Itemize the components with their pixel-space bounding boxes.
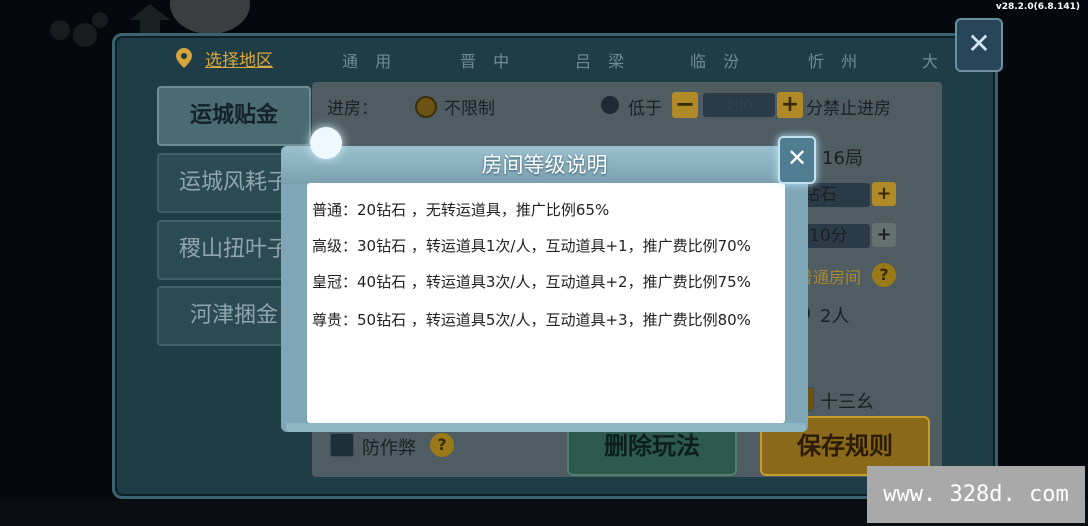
- rounds-label: 16局: [822, 148, 863, 169]
- anti-cheat-checkbox[interactable]: [330, 433, 354, 457]
- anti-cheat-label: 防作弊: [362, 438, 416, 459]
- region-tab-datong[interactable]: 大: [922, 48, 944, 72]
- modal-title: 房间等级说明: [481, 153, 608, 177]
- level-line-crown: 皇冠：40钻石 ，转运道具3次/人，互动道具+2，推广费比例75%: [312, 273, 751, 291]
- select-region-link[interactable]: 选择地区: [205, 46, 273, 71]
- region-tab-linfen[interactable]: 临 汾: [690, 48, 745, 72]
- no-limit-label: 不限制: [444, 99, 495, 119]
- no-limit-radio[interactable]: [415, 96, 437, 118]
- modal-close-button[interactable]: ✕: [778, 136, 816, 184]
- thirteen-label: 十三幺: [820, 392, 874, 413]
- region-tab-jinzhong[interactable]: 晋 中: [460, 48, 515, 72]
- location-pin-icon: [176, 48, 192, 68]
- watermark: www. 328d. com: [867, 466, 1085, 523]
- level-line-noble: 尊贵：50钻石 ，转运道具5次/人，互动道具+3，推广费比例80%: [312, 311, 751, 329]
- level-line-normal: 普通：20钻石 ，无转运道具，推广比例65%: [312, 201, 610, 219]
- ban-suffix-label: 分禁止进房: [806, 99, 891, 119]
- diamond-plus-button[interactable]: +: [872, 182, 896, 206]
- level-line-advanced: 高级：30钻石 ，转运道具1次/人，互动道具+1，推广费比例70%: [312, 237, 751, 255]
- room-type-help-button[interactable]: ?: [872, 263, 896, 287]
- entry-minus-button[interactable]: −: [672, 92, 698, 118]
- score-plus-button[interactable]: +: [872, 223, 896, 247]
- region-tab-lvliang[interactable]: 吕 梁: [575, 48, 630, 72]
- entry-value-field[interactable]: 100: [703, 93, 775, 117]
- entry-label: 进房：: [327, 99, 378, 119]
- below-label: 低于: [628, 99, 662, 119]
- main-close-button[interactable]: ✕: [955, 18, 1003, 72]
- region-tab-general[interactable]: 通 用: [342, 48, 397, 72]
- version-label: v28.2.0(6.8.141): [995, 2, 1080, 12]
- modal-bottom-edge: [286, 423, 806, 432]
- entry-plus-button[interactable]: +: [777, 92, 803, 118]
- players-label: 2人: [820, 306, 850, 327]
- region-tab-xinzhou[interactable]: 忻 州: [808, 48, 863, 72]
- side-tab-yuncheng-tiejin[interactable]: 运城贴金: [157, 86, 311, 146]
- anti-cheat-help-button[interactable]: ?: [430, 433, 454, 457]
- below-radio[interactable]: [601, 96, 619, 114]
